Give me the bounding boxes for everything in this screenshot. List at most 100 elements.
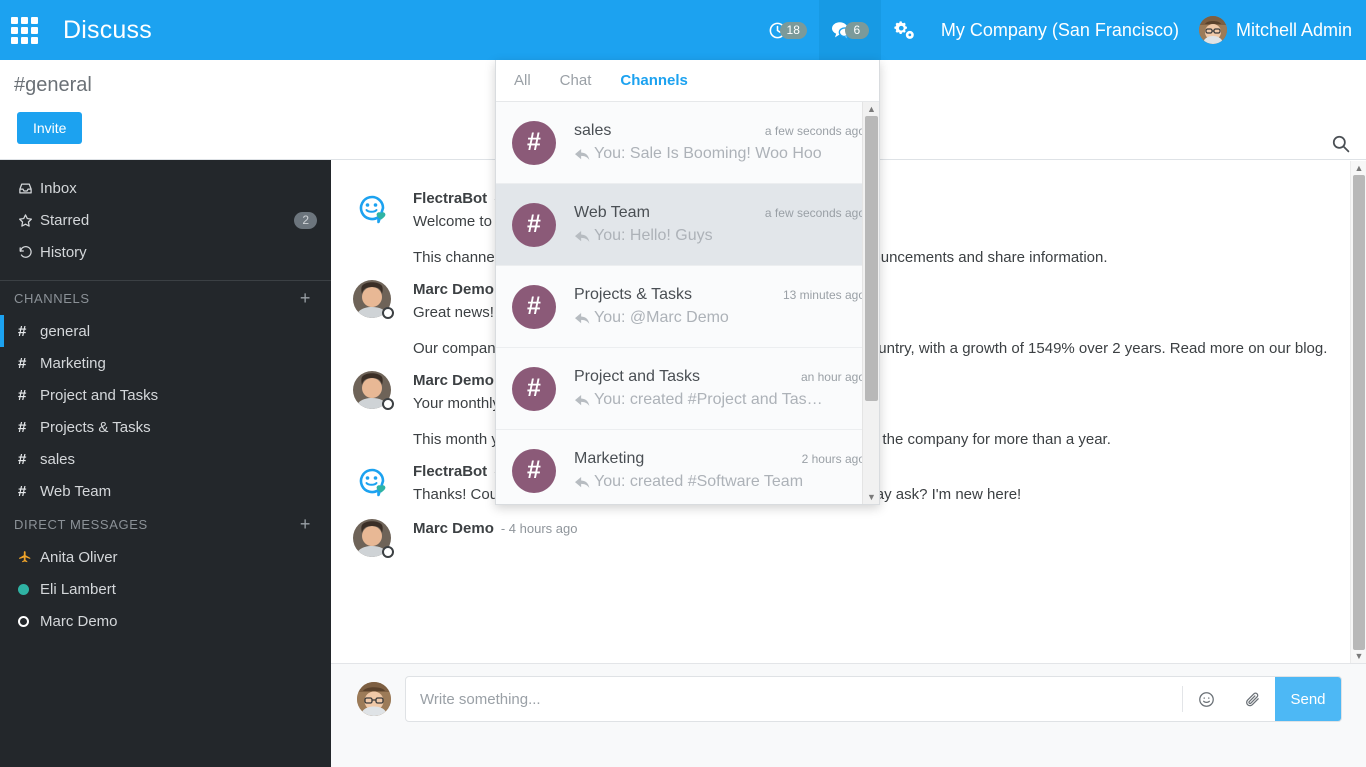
sidebar-item-label: Web Team bbox=[40, 482, 112, 500]
scrollbar-thumb[interactable] bbox=[865, 116, 878, 401]
composer-area: Send bbox=[331, 663, 1366, 767]
apps-grid-icon[interactable] bbox=[0, 0, 48, 60]
scroll-down-arrow-icon[interactable]: ▼ bbox=[1351, 649, 1366, 663]
dropdown-scrollbar[interactable]: ▲ ▼ bbox=[862, 102, 879, 504]
hash-icon: # bbox=[18, 418, 27, 436]
blog-link[interactable]: on our blog bbox=[1248, 340, 1323, 357]
sidebar-item-sales[interactable]: # sales bbox=[0, 443, 331, 475]
star-icon bbox=[18, 213, 40, 228]
discuss-app: Discuss 18 6 My Company (San Francisco) … bbox=[0, 0, 1366, 767]
user-menu[interactable]: Mitchell Admin bbox=[1193, 16, 1366, 44]
gears-icon bbox=[893, 20, 915, 40]
sidebar-item-anita-oliver[interactable]: Anita Oliver bbox=[0, 541, 331, 573]
away-plane-icon bbox=[18, 550, 40, 564]
scroll-up-arrow-icon[interactable]: ▲ bbox=[863, 102, 879, 116]
tab-chat[interactable]: Chat bbox=[560, 68, 592, 93]
sidebar-item-web-team[interactable]: # Web Team bbox=[0, 475, 331, 507]
sidebar-mailboxes: Inbox Starred 2 History bbox=[0, 160, 331, 268]
scrollbar-thumb[interactable] bbox=[1353, 175, 1365, 650]
paperclip-icon[interactable] bbox=[1229, 677, 1275, 721]
composer-input-wrapper: Send bbox=[405, 676, 1342, 722]
offline-presence-icon bbox=[382, 546, 394, 558]
conversation-name: Web Team bbox=[574, 204, 650, 221]
list-item[interactable]: # Project and Tasks an hour ago You: cre… bbox=[496, 348, 879, 430]
conversation-preview: You: created #Project and Tas… bbox=[574, 391, 865, 409]
hash-icon: # bbox=[18, 386, 27, 404]
inbox-icon bbox=[18, 181, 40, 196]
reply-arrow-icon bbox=[574, 229, 591, 244]
sidebar-item-label: Starred bbox=[40, 211, 90, 229]
conversation-preview: You: Hello! Guys bbox=[574, 227, 865, 245]
list-item[interactable]: # Projects & Tasks 13 minutes ago You: @… bbox=[496, 266, 879, 348]
sidebar-item-label: History bbox=[40, 243, 87, 261]
conversation-time: 13 minutes ago bbox=[782, 288, 865, 302]
sidebar-item-inbox[interactable]: Inbox bbox=[0, 172, 331, 204]
list-item[interactable]: # sales a few seconds ago You: Sale Is B… bbox=[496, 102, 879, 184]
company-switcher[interactable]: My Company (San Francisco) bbox=[927, 20, 1193, 41]
app-brand-title[interactable]: Discuss bbox=[63, 16, 152, 45]
offline-presence-icon bbox=[382, 307, 394, 319]
list-item[interactable]: # Marketing 2 hours ago You: created #So… bbox=[496, 430, 879, 504]
search-icon[interactable] bbox=[1331, 134, 1350, 158]
offline-presence-icon bbox=[382, 398, 394, 410]
reply-arrow-icon bbox=[574, 147, 591, 162]
dropdown-tabs: All Chat Channels bbox=[496, 60, 879, 102]
sidebar-item-label: Inbox bbox=[40, 179, 77, 197]
add-channel-button[interactable]: + bbox=[296, 287, 315, 309]
message-author: Marc Demo bbox=[413, 520, 494, 537]
marc-demo-avatar bbox=[353, 519, 394, 558]
sidebar-item-starred[interactable]: Starred 2 bbox=[0, 204, 331, 236]
tab-channels[interactable]: Channels bbox=[620, 68, 688, 93]
sidebar-item-project-and-tasks[interactable]: # Project and Tasks bbox=[0, 379, 331, 411]
conversation-preview-text: You: @Marc Demo bbox=[594, 309, 729, 326]
reply-arrow-icon bbox=[574, 311, 591, 326]
sidebar-item-eli-lambert[interactable]: Eli Lambert bbox=[0, 573, 331, 605]
message-author: FlectraBot bbox=[413, 463, 488, 480]
channel-hash-avatar: # bbox=[512, 284, 556, 329]
tab-all[interactable]: All bbox=[514, 68, 531, 93]
sidebar-item-marketing[interactable]: # Marketing bbox=[0, 347, 331, 379]
messages-count-badge: 6 bbox=[844, 21, 869, 39]
hash-icon: # bbox=[18, 450, 27, 468]
scroll-down-arrow-icon[interactable]: ▼ bbox=[863, 490, 879, 504]
list-item[interactable]: # Web Team a few seconds ago You: Hello!… bbox=[496, 184, 879, 266]
sidebar-item-projects-and-tasks[interactable]: # Projects & Tasks bbox=[0, 411, 331, 443]
invite-button[interactable]: Invite bbox=[17, 112, 83, 144]
sidebar-item-label: Eli Lambert bbox=[40, 580, 116, 598]
page-title: #general bbox=[14, 74, 92, 96]
conversation-preview: You: Sale Is Booming! Woo Hoo bbox=[574, 145, 865, 163]
smiley-icon[interactable] bbox=[1183, 677, 1229, 721]
sidebar-item-general[interactable]: # general bbox=[0, 315, 331, 347]
settings-menu[interactable] bbox=[881, 0, 927, 60]
hash-icon: # bbox=[18, 354, 27, 372]
message-input[interactable] bbox=[406, 677, 1182, 721]
flectrabot-avatar bbox=[353, 462, 391, 500]
top-navbar: Discuss 18 6 My Company (San Francisco) … bbox=[0, 0, 1366, 60]
conversation-time: a few seconds ago bbox=[764, 206, 865, 220]
message-author: FlectraBot bbox=[413, 190, 488, 207]
sidebar-item-marc-demo[interactable]: Marc Demo bbox=[0, 605, 331, 637]
message-scrollbar[interactable]: ▲ ▼ bbox=[1350, 161, 1366, 663]
message-item: Marc Demo - 4 hours ago bbox=[353, 509, 1344, 558]
add-dm-button[interactable]: + bbox=[296, 513, 315, 535]
history-icon bbox=[18, 245, 40, 260]
conversation-time: an hour ago bbox=[800, 370, 865, 384]
conversation-name: Project and Tasks bbox=[574, 368, 700, 385]
dropdown-conversation-list: # sales a few seconds ago You: Sale Is B… bbox=[496, 102, 879, 504]
starred-count-badge: 2 bbox=[294, 211, 317, 229]
conversation-name: sales bbox=[574, 122, 612, 139]
activities-menu[interactable]: 18 bbox=[756, 0, 819, 60]
reply-arrow-icon bbox=[574, 475, 591, 490]
scroll-up-arrow-icon[interactable]: ▲ bbox=[1351, 161, 1366, 175]
flectrabot-avatar bbox=[353, 189, 391, 227]
sidebar: Inbox Starred 2 History CHANNELS + # gen… bbox=[0, 160, 331, 767]
online-dot-icon bbox=[18, 583, 40, 595]
sidebar-item-history[interactable]: History bbox=[0, 236, 331, 268]
conversation-time: a few seconds ago bbox=[764, 124, 865, 138]
channels-section-title: CHANNELS bbox=[14, 290, 90, 306]
send-button[interactable]: Send bbox=[1275, 677, 1341, 721]
message-author: Marc Demo bbox=[413, 281, 494, 298]
messages-menu[interactable]: 6 bbox=[818, 0, 881, 60]
conversation-preview: You: created #Software Team bbox=[574, 473, 865, 491]
sidebar-item-label: Marketing bbox=[40, 354, 106, 372]
